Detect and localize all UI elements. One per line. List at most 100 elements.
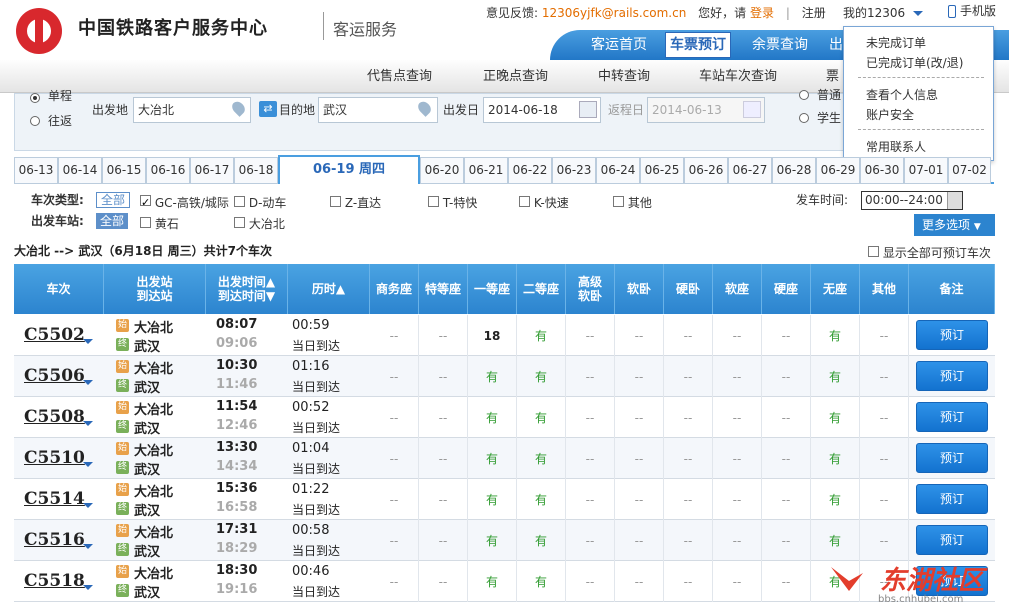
column-header[interactable]: 出发时间▲ 到达时间▼ <box>206 264 288 314</box>
date-tab[interactable]: 06-27 <box>728 157 772 184</box>
chevron-down-icon[interactable] <box>83 339 93 344</box>
date-tab[interactable]: 06-24 <box>596 157 640 184</box>
train-type-filter[interactable]: GC-高铁/城际 <box>140 194 229 212</box>
checkbox[interactable] <box>140 217 151 228</box>
train-number-link[interactable]: C5516 <box>24 530 85 550</box>
train-type-filter[interactable]: T-特快 <box>428 194 477 212</box>
chevron-down-icon[interactable] <box>83 421 93 426</box>
station-filter-huangshi[interactable]: 黄石 <box>140 215 179 233</box>
start-station-icon: 始 <box>116 483 129 496</box>
date-tab[interactable]: 06-22 <box>508 157 552 184</box>
checkbox[interactable] <box>428 196 439 207</box>
seat-availability: -- <box>370 397 419 438</box>
nav-remaining-tickets[interactable]: 余票查询 <box>745 30 815 60</box>
show-all-toggle[interactable]: 显示全部可预订车次 <box>868 244 991 261</box>
train-number-link[interactable]: C5510 <box>24 448 85 468</box>
feedback-email-link[interactable]: 12306yjfk@rails.com.cn <box>542 6 686 20</box>
seat-availability: 有 <box>811 438 860 479</box>
train-number-link[interactable]: C5514 <box>24 489 85 509</box>
checkbox[interactable] <box>613 196 624 207</box>
date-tab[interactable]: 06-16 <box>146 157 190 184</box>
date-tab[interactable]: 06-30 <box>860 157 904 184</box>
roundtrip-radio[interactable] <box>30 116 40 126</box>
date-tab[interactable]: 06-23 <box>552 157 596 184</box>
date-tab[interactable]: 06-28 <box>772 157 816 184</box>
train-type-filter[interactable]: D-动车 <box>234 194 286 212</box>
book-button[interactable]: 预订 <box>916 361 988 391</box>
swap-icon[interactable]: ⇄ <box>259 101 277 117</box>
book-button[interactable]: 预订 <box>916 402 988 432</box>
calendar-icon[interactable] <box>579 101 597 118</box>
book-button[interactable]: 预订 <box>916 525 988 555</box>
date-tab[interactable]: 07-02 <box>948 157 991 184</box>
checkbox[interactable] <box>234 217 245 228</box>
calendar-icon[interactable] <box>743 101 761 118</box>
depart-time-select[interactable]: 00:00--24:00 <box>861 191 963 210</box>
student-label: 学生 <box>817 111 842 125</box>
oneway-radio[interactable] <box>30 93 40 103</box>
seat-availability: 有 <box>517 520 566 561</box>
train-type-filter[interactable]: 其他 <box>613 194 652 212</box>
checkbox[interactable] <box>868 246 879 257</box>
train-number-link[interactable]: C5506 <box>24 366 85 386</box>
mobile-link[interactable]: 手机版 <box>948 2 996 19</box>
date-tab[interactable]: 07-01 <box>904 157 948 184</box>
chevron-down-icon[interactable] <box>83 380 93 385</box>
end-station-icon: 终 <box>116 420 129 433</box>
chevron-down-icon[interactable] <box>83 503 93 508</box>
login-link[interactable]: 登录 <box>750 6 774 20</box>
nav-ticket-booking[interactable]: 车票预订 <box>665 32 731 58</box>
dropdown-account-security[interactable]: 账户安全 <box>866 106 914 123</box>
date-tab[interactable]: 06-17 <box>190 157 234 184</box>
date-tab[interactable]: 06-15 <box>102 157 146 184</box>
train-number-link[interactable]: C5518 <box>24 571 85 591</box>
date-tab[interactable]: 06-20 <box>420 157 464 184</box>
checkbox[interactable] <box>234 196 245 207</box>
subnav-transfer-query[interactable]: 中转查询 <box>598 60 650 93</box>
train-type-filter[interactable]: Z-直达 <box>330 194 381 212</box>
adult-radio[interactable] <box>799 90 809 100</box>
my12306-menu[interactable]: 我的12306 <box>843 4 924 21</box>
checkbox[interactable] <box>330 196 341 207</box>
subnav-station-train-query[interactable]: 车站车次查询 <box>699 60 777 93</box>
date-tab[interactable]: 06-21 <box>464 157 508 184</box>
book-button[interactable]: 预订 <box>916 484 988 514</box>
train-type-filter[interactable]: K-快速 <box>519 194 569 212</box>
more-options-button[interactable]: 更多选项 ▼ <box>914 214 995 236</box>
checkbox[interactable] <box>140 195 151 206</box>
register-link[interactable]: 注册 <box>802 6 826 20</box>
duration: 00:52 <box>292 400 330 415</box>
date-tab[interactable]: 06-19 周四 <box>278 155 420 184</box>
date-tab[interactable]: 06-18 <box>234 157 278 184</box>
date-tab[interactable]: 06-26 <box>684 157 728 184</box>
dropdown-finished-orders[interactable]: 已完成订单(改/退) <box>866 54 963 71</box>
chevron-down-icon[interactable] <box>83 462 93 467</box>
departure-time: 13:30 <box>216 440 258 455</box>
chevron-down-icon[interactable] <box>83 585 93 590</box>
book-button[interactable]: 预订 <box>916 320 988 350</box>
dropdown-personal-info[interactable]: 查看个人信息 <box>866 86 938 103</box>
seat-availability: -- <box>419 315 468 356</box>
student-radio[interactable] <box>799 113 809 123</box>
station-filter-dayebei[interactable]: 大冶北 <box>234 215 285 233</box>
subnav-agent-query[interactable]: 代售点查询 <box>367 60 432 93</box>
book-button[interactable]: 预订 <box>916 443 988 473</box>
train-number-link[interactable]: C5508 <box>24 407 85 427</box>
date-tab[interactable]: 06-29 <box>816 157 860 184</box>
checkbox[interactable] <box>519 196 530 207</box>
train-number-link[interactable]: C5502 <box>24 325 85 345</box>
seat-availability: -- <box>713 520 762 561</box>
chevron-down-icon[interactable] <box>83 544 93 549</box>
date-tab[interactable]: 06-13 <box>14 157 58 184</box>
nav-home[interactable]: 客运首页 <box>584 30 654 60</box>
departure-time: 17:31 <box>216 522 258 537</box>
train-type-all-button[interactable]: 全部 <box>96 192 131 208</box>
column-header[interactable]: 历时▲ <box>288 264 370 314</box>
dropdown-unfinished-orders[interactable]: 未完成订单 <box>866 34 926 51</box>
dropdown-contacts[interactable]: 常用联系人 <box>866 138 926 155</box>
date-tab[interactable]: 06-25 <box>640 157 684 184</box>
station-all-button[interactable]: 全部 <box>96 213 129 229</box>
subnav-delay-query[interactable]: 正晚点查询 <box>483 60 548 93</box>
from-label: 出发地 <box>92 103 129 117</box>
date-tab[interactable]: 06-14 <box>58 157 102 184</box>
